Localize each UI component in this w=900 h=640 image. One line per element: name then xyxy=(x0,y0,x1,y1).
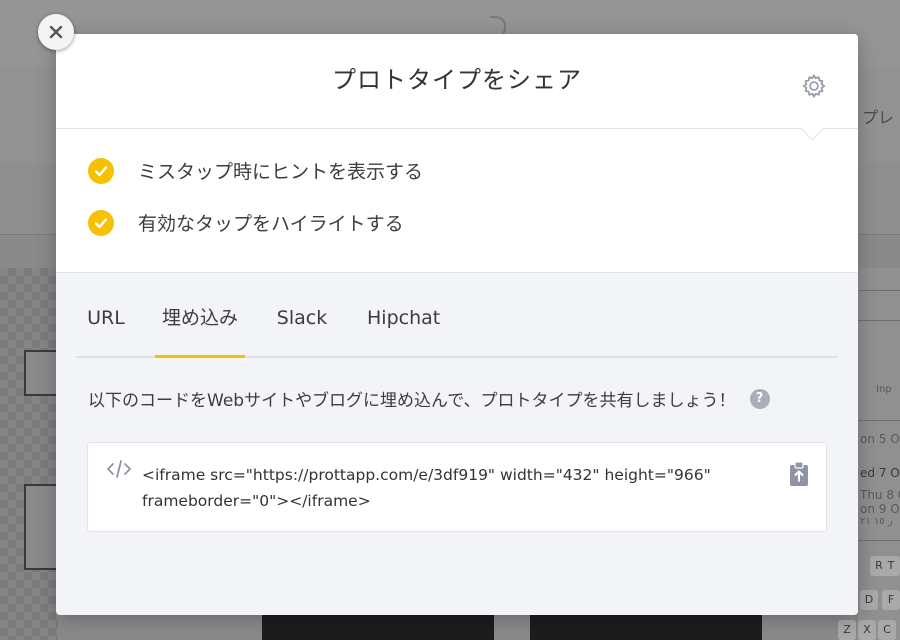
background-key: Z xyxy=(838,620,856,640)
clipboard-icon xyxy=(790,461,808,486)
background-text: Thu 8 O xyxy=(860,488,900,502)
background-right-label: プレ xyxy=(862,108,895,127)
settings-button[interactable] xyxy=(800,72,828,100)
background-key: C xyxy=(878,620,896,640)
option-highlight-taps[interactable]: 有効なタップをハイライトする xyxy=(88,209,404,236)
background-text: ed 7 O xyxy=(860,466,900,480)
tab-slack[interactable]: Slack xyxy=(276,298,328,356)
option-show-hints[interactable]: ミスタップ時にヒントを表示する xyxy=(88,157,423,184)
gear-icon xyxy=(802,73,826,99)
option-label: ミスタップ時にヒントを表示する xyxy=(138,161,424,183)
background-text: ر ١٥ ٢١ xyxy=(860,516,893,527)
background-canvas-left xyxy=(0,268,58,640)
background-text: Inp xyxy=(876,384,892,395)
tab-url[interactable]: URL xyxy=(86,298,126,356)
close-icon xyxy=(49,25,63,39)
embed-code[interactable]: <iframe src="https://prottapp.com/e/3df9… xyxy=(142,462,762,514)
option-label: 有効なタップをハイライトする xyxy=(138,213,404,235)
embed-code-box[interactable]: <iframe src="https://prottapp.com/e/3df9… xyxy=(87,442,827,532)
background-key: X xyxy=(858,620,876,640)
settings-panel: ミスタップ時にヒントを表示する 有効なタップをハイライトする xyxy=(56,129,858,273)
background-canvas-right xyxy=(858,268,900,640)
code-icon xyxy=(107,460,131,478)
background-text: on 5 O xyxy=(860,432,900,446)
background-key: T xyxy=(882,556,900,576)
tab-hipchat[interactable]: Hipchat xyxy=(367,298,440,356)
background-text: on 9 O xyxy=(860,502,900,516)
embed-description: 以下のコードをWebサイトやブログに埋め込んで、プロトタイプを共有しましょう！ xyxy=(88,391,736,411)
background-key: F xyxy=(882,590,900,610)
question-icon[interactable]: ? xyxy=(749,388,770,409)
tab-embed[interactable]: 埋め込み xyxy=(155,298,245,358)
background-key: D xyxy=(860,590,878,610)
share-prototype-modal: プロトタイプをシェア ミスタップ時にヒントを表示する 有効なタップをハイライトす… xyxy=(56,34,858,615)
background-device-preview xyxy=(262,614,494,640)
modal-title: プロトタイプをシェア xyxy=(332,66,582,94)
check-icon[interactable] xyxy=(88,209,114,236)
background-device-preview xyxy=(530,614,762,640)
embed-description-row: 以下のコードをWebサイトやブログに埋め込んで、プロトタイプを共有しましょう！ … xyxy=(88,386,770,411)
close-button[interactable] xyxy=(38,14,74,50)
modal-header: プロトタイプをシェア xyxy=(56,34,858,129)
copy-button[interactable] xyxy=(788,461,810,487)
share-tabs: URL 埋め込み Slack Hipchat xyxy=(76,298,838,358)
check-icon[interactable] xyxy=(88,157,114,184)
